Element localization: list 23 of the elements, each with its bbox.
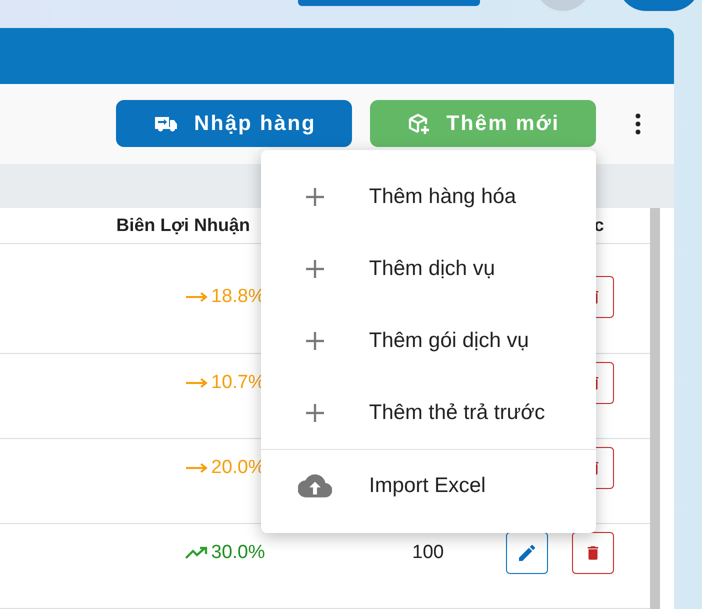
menu-item[interactable]: Import Excel <box>261 450 596 522</box>
menu-item[interactable]: Thêm gói dịch vụ <box>261 305 596 377</box>
import-button[interactable]: Nhập hàng <box>116 100 352 148</box>
margin-value: 30.0% <box>211 542 265 564</box>
delete-button[interactable] <box>572 532 614 574</box>
quantity-value: 100 <box>412 542 444 564</box>
more-icon[interactable] <box>634 112 642 136</box>
arrow-right-icon <box>185 290 210 304</box>
plus-icon <box>303 329 327 353</box>
column-header: Biên Lợi Nhuận <box>115 215 250 236</box>
scrollbar[interactable] <box>650 208 660 609</box>
menu-item[interactable]: Thêm hàng hóa <box>261 161 596 233</box>
cloud-upload-icon <box>298 473 332 499</box>
plus-icon <box>303 185 327 209</box>
plus-icon <box>303 257 327 281</box>
plus-icon <box>303 401 327 425</box>
edit-button[interactable] <box>506 532 548 574</box>
menu-item[interactable]: Thêm thẻ trả trước <box>261 377 596 449</box>
arrow-right-icon <box>185 461 210 475</box>
trending-up-icon <box>185 546 210 560</box>
arrow-right-icon <box>185 376 210 390</box>
menu-item[interactable]: Thêm dịch vụ <box>261 233 596 305</box>
pencil-icon <box>519 545 535 561</box>
